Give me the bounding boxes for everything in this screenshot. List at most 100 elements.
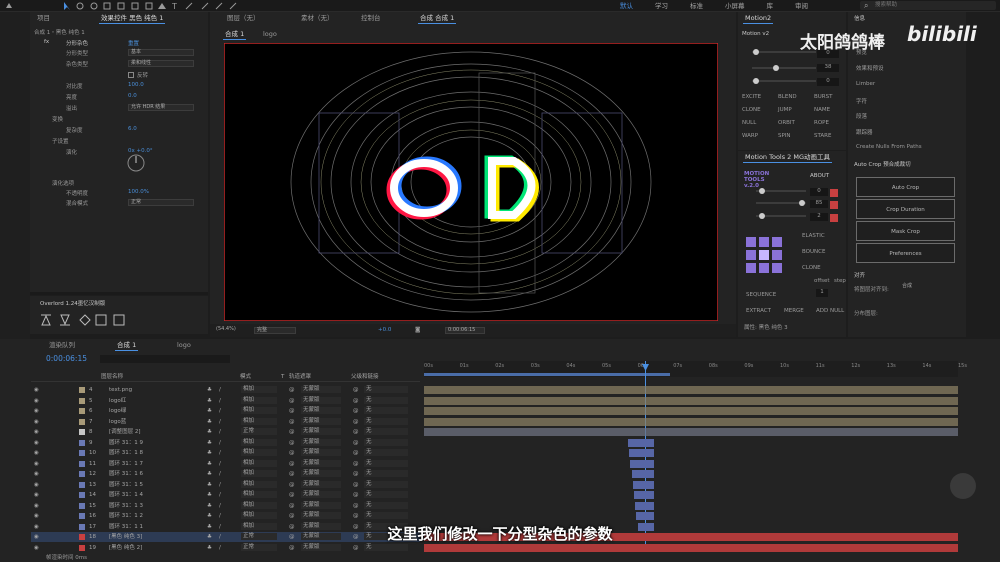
- overlord-icons[interactable]: [40, 314, 140, 326]
- contrast-value[interactable]: 100.0: [128, 82, 144, 88]
- pickwhip-icon[interactable]: @: [353, 417, 359, 427]
- track-matte-dropdown[interactable]: 无蒙版: [301, 480, 341, 488]
- eye-icon[interactable]: ◉: [34, 385, 39, 395]
- layer-duration-bar[interactable]: [628, 438, 654, 447]
- shy-icon[interactable]: ♣: [207, 385, 212, 395]
- parent-dropdown[interactable]: 无: [364, 501, 408, 509]
- shy-icon[interactable]: ♣: [207, 448, 212, 458]
- parent-dropdown[interactable]: 无: [364, 386, 408, 393]
- blend-mode-dropdown[interactable]: 正常: [128, 199, 194, 206]
- pickwhip-icon[interactable]: @: [353, 459, 359, 469]
- track-matte-dropdown[interactable]: 无蒙版: [301, 438, 341, 446]
- parent-dropdown[interactable]: 无: [364, 449, 408, 456]
- layer-name[interactable]: [黑色 纯色 2]: [109, 543, 142, 553]
- workspace-standard[interactable]: 标准: [690, 0, 703, 12]
- label-color-swatch[interactable]: [79, 439, 85, 446]
- matte-icon[interactable]: @: [289, 469, 295, 479]
- add-null-button[interactable]: ADD NULL: [816, 308, 844, 314]
- label-color-swatch[interactable]: [79, 408, 85, 414]
- matte-icon[interactable]: @: [289, 396, 295, 406]
- tab-project[interactable]: 项目: [32, 12, 55, 24]
- mask-crop-button[interactable]: Mask Crop: [856, 221, 955, 241]
- fx-switch-icon[interactable]: /: [219, 448, 221, 458]
- bounce-label[interactable]: BOUNCE: [802, 249, 825, 255]
- group-evolution-options[interactable]: 演化选项: [52, 179, 74, 187]
- matte-icon[interactable]: @: [289, 480, 295, 490]
- layer-name[interactable]: logo红: [109, 396, 126, 406]
- jump-button[interactable]: JUMP: [778, 107, 792, 113]
- fx-switch-icon[interactable]: /: [219, 501, 221, 511]
- layer-duration-bar[interactable]: [631, 470, 654, 478]
- exposure-value[interactable]: +0.0: [378, 327, 391, 333]
- shy-icon[interactable]: ♣: [207, 396, 212, 406]
- parent-dropdown[interactable]: 无: [364, 512, 408, 519]
- tab-motion-tools[interactable]: Motion Tools 2 MG动画工具: [740, 151, 835, 163]
- parent-dropdown[interactable]: 无: [364, 470, 408, 477]
- table-row[interactable]: ◉ 4 text.png ♣ / 相加 @ 无蒙版 @ 无: [31, 385, 420, 395]
- fx-switch-icon[interactable]: /: [219, 427, 221, 437]
- excite-button[interactable]: EXCITE: [742, 94, 761, 100]
- pickwhip-icon[interactable]: @: [353, 385, 359, 395]
- matte-icon[interactable]: @: [289, 448, 295, 458]
- layer-name[interactable]: 圆环 31：1 4: [109, 490, 143, 500]
- tab-composition[interactable]: 合成 合成 1: [415, 12, 459, 24]
- orbit-button[interactable]: ORBIT: [778, 120, 795, 126]
- layer-name[interactable]: 圆环 31：1 2: [109, 511, 143, 521]
- label-color-swatch[interactable]: [79, 502, 85, 509]
- table-row[interactable]: ◉ 15 圆环 31：1 3 ♣ / 相加 @ 无蒙版 @ 无: [31, 501, 420, 511]
- col-mode[interactable]: 模式: [240, 373, 251, 382]
- mode-dropdown[interactable]: 相加: [241, 396, 277, 404]
- extract-button[interactable]: EXTRACT: [746, 308, 771, 314]
- anchor-grid[interactable]: [746, 237, 784, 275]
- label-color-swatch[interactable]: [79, 450, 85, 456]
- shy-icon[interactable]: ♣: [207, 480, 212, 490]
- layer-duration-bar[interactable]: [634, 491, 654, 499]
- table-row[interactable]: ◉ 9 圆环 31：1 9 ♣ / 相加 @ 无蒙版 @ 无: [31, 438, 420, 448]
- camera-icon[interactable]: ◙: [415, 327, 420, 333]
- shy-icon[interactable]: ♣: [207, 459, 212, 469]
- stare-button[interactable]: STARE: [814, 133, 831, 139]
- name-button[interactable]: NAME: [814, 107, 830, 113]
- eye-icon[interactable]: ◉: [34, 417, 39, 427]
- layer-name[interactable]: 圆环 31：1 6: [109, 469, 143, 479]
- label-color-swatch[interactable]: [79, 387, 85, 393]
- parent-dropdown[interactable]: 无: [364, 396, 408, 404]
- track-matte-dropdown[interactable]: 无蒙版: [301, 407, 341, 414]
- layer-duration-bar[interactable]: [424, 396, 958, 405]
- pickwhip-icon[interactable]: @: [353, 427, 359, 437]
- red-swatch[interactable]: [830, 201, 838, 209]
- red-swatch[interactable]: [830, 189, 838, 197]
- layer-name[interactable]: 圆环 31：1 7: [109, 459, 143, 469]
- shy-icon[interactable]: ♣: [207, 511, 212, 521]
- comp-canvas[interactable]: [223, 42, 719, 322]
- eye-icon[interactable]: ◉: [34, 501, 39, 511]
- col-parent[interactable]: 父级和链接: [351, 373, 379, 382]
- eye-icon[interactable]: ◉: [34, 511, 39, 521]
- current-time-display[interactable]: 0:00:06:15: [445, 327, 485, 334]
- matte-icon[interactable]: @: [289, 385, 295, 395]
- mode-dropdown[interactable]: 正常: [241, 428, 277, 435]
- pickwhip-icon[interactable]: @: [353, 490, 359, 500]
- complexity-value[interactable]: 6.0: [128, 126, 137, 132]
- track-matte-dropdown[interactable]: 无蒙版: [301, 386, 341, 393]
- layer-search-input[interactable]: [100, 355, 230, 363]
- eye-icon[interactable]: ◉: [34, 427, 39, 437]
- table-row[interactable]: ◉ 11 圆环 31：1 7 ♣ / 相加 @ 无蒙版 @ 无: [31, 459, 420, 469]
- crop-duration-button[interactable]: Crop Duration: [856, 199, 955, 219]
- tab-footage[interactable]: 素材（无）: [296, 12, 339, 24]
- table-row[interactable]: ◉ 10 圆环 31：1 8 ♣ / 相加 @ 无蒙版 @ 无: [31, 448, 420, 458]
- tab-console[interactable]: 控制台: [356, 12, 386, 24]
- motion-value-2[interactable]: 38: [817, 64, 839, 72]
- fx-switch-icon[interactable]: /: [219, 385, 221, 395]
- panel-item-limber[interactable]: Limber: [856, 81, 875, 87]
- merge-button[interactable]: MERGE: [784, 308, 804, 314]
- layer-duration-bar[interactable]: [424, 428, 958, 436]
- parent-dropdown[interactable]: 无: [364, 438, 408, 446]
- table-row[interactable]: ◉ 8 [调整图层 2] ♣ / 正常 @ 无蒙版 @ 无: [31, 427, 420, 437]
- spin-button[interactable]: SPIN: [778, 133, 791, 139]
- align-to-dropdown[interactable]: 合成: [900, 284, 954, 291]
- workspace-review[interactable]: 审阅: [795, 0, 808, 12]
- layer-duration-bar[interactable]: [632, 480, 654, 489]
- parent-dropdown[interactable]: 无: [364, 417, 408, 425]
- brightness-value[interactable]: 0.0: [128, 93, 137, 99]
